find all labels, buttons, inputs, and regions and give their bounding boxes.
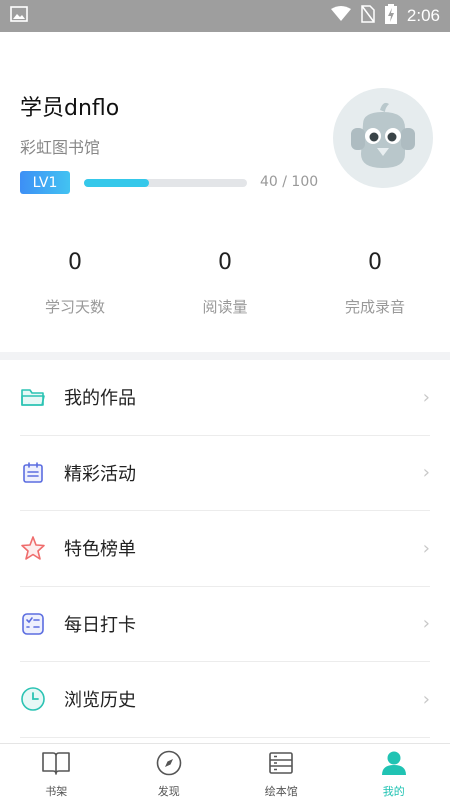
chevron-right-icon: › — [422, 688, 430, 710]
menu-item-rankings[interactable]: 特色榜单 › — [20, 511, 430, 587]
calendar-icon — [20, 460, 46, 486]
avatar[interactable] — [333, 88, 433, 188]
menu-item-label: 特色榜单 — [64, 539, 136, 561]
menu-item-label: 每日打卡 — [64, 614, 136, 636]
menu-item-my-works[interactable]: 我的作品 › — [20, 360, 430, 436]
checklist-icon — [20, 611, 46, 637]
stat-recordings[interactable]: 0 完成录音 — [300, 250, 450, 317]
menu-item-label: 我的作品 — [64, 388, 136, 410]
star-icon — [20, 535, 46, 561]
stat-label: 阅读量 — [202, 298, 248, 316]
image-notification-icon — [10, 6, 28, 26]
stat-value: 0 — [218, 250, 232, 275]
tab-label: 我的 — [382, 785, 405, 798]
tab-label: 绘本馆 — [264, 785, 298, 798]
library-icon — [268, 750, 294, 780]
no-sim-icon — [361, 5, 375, 27]
level-badge: LV1 — [20, 171, 70, 194]
tab-me[interactable]: 我的 — [338, 744, 450, 800]
wifi-icon — [330, 6, 351, 26]
menu-item-label: 精彩活动 — [64, 463, 136, 485]
library-name: 彩虹图书馆 — [20, 138, 101, 157]
user-icon — [381, 750, 407, 780]
tab-label: 发现 — [157, 785, 180, 798]
folder-icon — [20, 384, 46, 410]
profile-header: 学员dnflo 彩虹图书馆 LV1 40 / 100 0 学习天数 0 阅读量 … — [0, 32, 450, 352]
menu-item-label: 浏览历史 — [64, 690, 136, 712]
menu-item-activities[interactable]: 精彩活动 › — [20, 436, 430, 511]
compass-icon — [156, 750, 182, 780]
chevron-right-icon: › — [422, 613, 430, 635]
chevron-right-icon: › — [422, 462, 430, 484]
tab-discover[interactable]: 发现 — [113, 744, 226, 800]
menu-list: 我的作品 › 精彩活动 › 特色榜单 › 每日打卡 › 浏览历史 › — [0, 360, 450, 738]
tab-picture-book-library[interactable]: 绘本馆 — [225, 744, 338, 800]
level-progress-text: 40 / 100 — [260, 174, 319, 190]
tab-label: 书架 — [45, 785, 68, 798]
status-bar: 2:06 — [0, 0, 450, 32]
section-divider — [0, 352, 450, 360]
stat-study-days[interactable]: 0 学习天数 — [0, 250, 150, 317]
bottom-tab-bar: 书架 发现 绘本馆 我的 — [0, 743, 450, 800]
clock-icon — [20, 686, 46, 712]
level-progress-bar — [84, 179, 247, 187]
menu-item-history[interactable]: 浏览历史 › — [20, 662, 430, 738]
stat-reading-count[interactable]: 0 阅读量 — [150, 250, 300, 317]
stat-label: 完成录音 — [344, 298, 405, 316]
chevron-right-icon: › — [422, 386, 430, 408]
clock-time: 2:06 — [406, 6, 440, 25]
stat-value: 0 — [368, 250, 382, 275]
username[interactable]: 学员dnflo — [20, 90, 119, 122]
level-progress-fill — [84, 179, 150, 187]
stat-value: 0 — [68, 250, 82, 275]
chevron-right-icon: › — [422, 537, 430, 559]
bird-avatar-icon — [351, 102, 415, 168]
stat-label: 学习天数 — [44, 298, 105, 316]
battery-charging-icon — [384, 4, 397, 28]
menu-item-daily-checkin[interactable]: 每日打卡 › — [20, 587, 430, 662]
tab-bookshelf[interactable]: 书架 — [0, 744, 113, 800]
book-icon — [41, 750, 71, 780]
